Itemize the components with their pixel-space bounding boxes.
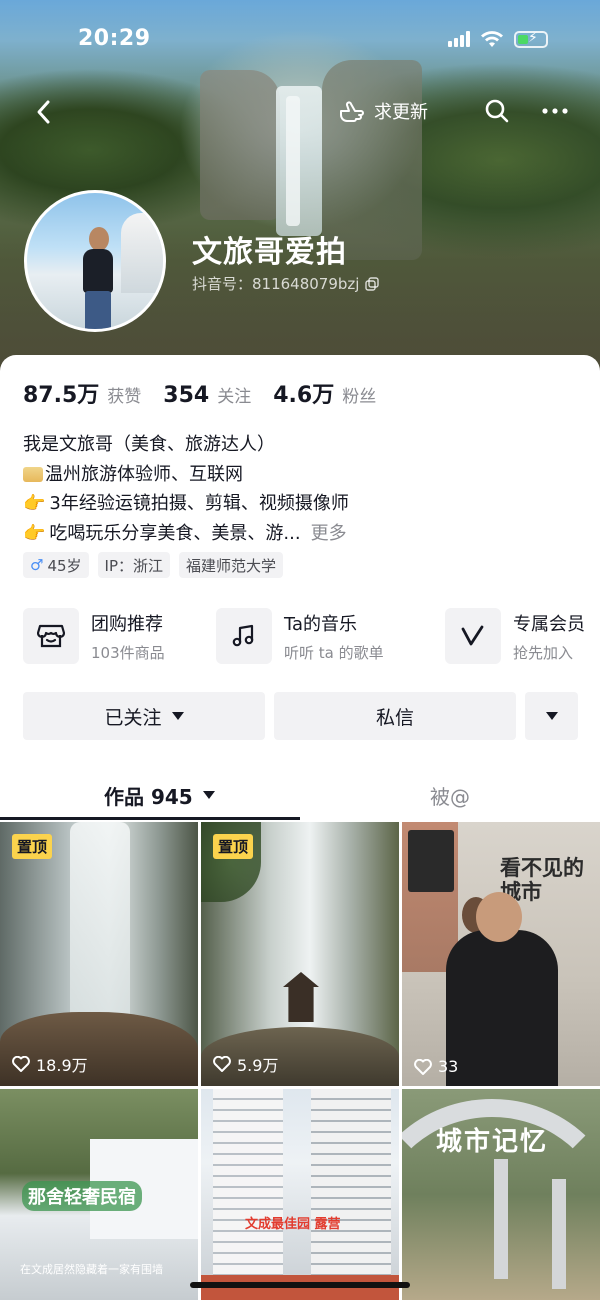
wifi-icon xyxy=(481,31,503,47)
pointing-hand-emoji-icon: 👉 xyxy=(23,522,46,544)
male-icon: ♂ xyxy=(30,556,44,574)
service-title: 团购推荐 xyxy=(91,613,163,635)
stat-value: 4.6万 xyxy=(273,383,335,408)
status-bar: 20:29 ⚡ xyxy=(0,24,600,58)
stat-likes[interactable]: 87.5万 获赞 xyxy=(23,377,141,409)
profile-stats: 87.5万 获赞 354 关注 4.6万 粉丝 xyxy=(23,377,398,409)
profile-card: 87.5万 获赞 354 关注 4.6万 粉丝 我是文旅哥（美食、旅游达人） 温… xyxy=(0,355,600,1300)
video-thumbnail[interactable]: 置顶 18.9万 xyxy=(0,822,198,1086)
bio-line: 👉 吃喝玩乐分享美食、美景、游... 更多 xyxy=(23,519,583,549)
video-overlay-title: 城市记忆 xyxy=(436,1127,549,1157)
request-update-button[interactable]: 求更新 xyxy=(338,98,428,124)
service-membership[interactable]: 专属会员 抢先加入 xyxy=(445,608,585,664)
service-entries: 团购推荐 103件商品 Ta的音乐 听听 ta 的歌单 专属会员 抢先加入 xyxy=(23,608,600,668)
video-likes: 18.9万 xyxy=(12,1052,88,1076)
video-likes: 33 xyxy=(414,1057,458,1076)
content-tabs: 作品 945 被@ xyxy=(0,773,600,821)
video-likes: 5.9万 xyxy=(213,1052,278,1076)
stat-label: 获赞 xyxy=(107,387,142,407)
status-time: 20:29 xyxy=(78,26,151,51)
stat-label: 关注 xyxy=(217,387,252,407)
cellular-signal-icon xyxy=(448,31,470,47)
more-options-icon[interactable] xyxy=(540,98,570,124)
video-overlay-title: 那舍轻奢民宿 xyxy=(22,1181,142,1211)
status-icons: ⚡ xyxy=(448,30,548,48)
profile-actions: 已关注 私信 xyxy=(23,692,578,740)
id-card-emoji-icon xyxy=(23,466,43,482)
tag-school[interactable]: 福建师范大学 xyxy=(179,552,284,578)
video-thumbnail[interactable]: 置顶 5.9万 xyxy=(201,822,399,1086)
top-nav: 求更新 xyxy=(0,96,600,132)
bio-line: 我是文旅哥（美食、旅游达人） xyxy=(23,434,275,455)
video-overlay-title: 文成最佳园 露营 xyxy=(245,1217,341,1232)
service-group-buy[interactable]: 团购推荐 103件商品 xyxy=(23,608,165,664)
tag-age: ♂ 45岁 xyxy=(23,552,89,578)
video-thumbnail[interactable]: 看不见的城市 33 xyxy=(402,822,600,1086)
stat-followers[interactable]: 4.6万 粉丝 xyxy=(273,377,376,409)
avatar[interactable] xyxy=(24,190,166,332)
video-caption: 在文成居然隐藏着一家有围墙 xyxy=(20,1263,163,1276)
stat-value: 87.5万 xyxy=(23,383,100,408)
pointing-hand-emoji-icon: 👉 xyxy=(23,493,46,514)
pointing-hand-icon xyxy=(340,101,364,122)
shop-icon xyxy=(23,608,79,664)
service-subtitle: 听听 ta 的歌单 xyxy=(284,643,384,662)
message-label: 私信 xyxy=(375,706,414,729)
stat-value: 354 xyxy=(163,383,210,408)
heart-outline-icon xyxy=(414,1058,432,1075)
more-actions-button[interactable] xyxy=(525,692,578,740)
pinned-badge: 置顶 xyxy=(12,834,53,859)
person-figure xyxy=(446,930,558,1086)
home-indicator xyxy=(190,1282,410,1288)
request-update-label: 求更新 xyxy=(374,102,428,123)
profile-nickname: 文旅哥爱拍 xyxy=(192,235,347,270)
search-icon[interactable] xyxy=(484,98,510,124)
bio-line: 温州旅游体验师、互联网 xyxy=(23,460,583,490)
message-button[interactable]: 私信 xyxy=(274,692,516,740)
service-title: 专属会员 xyxy=(513,613,585,635)
banner-cliff-left xyxy=(200,70,280,220)
video-thumbnail[interactable]: 文成最佳园 露营 xyxy=(201,1089,399,1300)
service-music[interactable]: Ta的音乐 听听 ta 的歌单 xyxy=(216,608,384,664)
tower-building xyxy=(213,1089,283,1300)
caret-down-icon xyxy=(545,712,558,720)
caret-down-icon xyxy=(202,791,215,799)
pavilion xyxy=(283,972,319,1022)
back-arrow-icon[interactable] xyxy=(34,98,54,126)
heart-outline-icon xyxy=(213,1056,231,1072)
douyin-id-text: 抖音号：811648079bzj xyxy=(192,275,360,293)
v-member-icon xyxy=(445,608,501,664)
tower-building xyxy=(311,1089,391,1300)
service-subtitle: 抢先加入 xyxy=(513,643,574,662)
stat-label: 粉丝 xyxy=(342,387,377,407)
caret-down-icon xyxy=(171,712,184,720)
service-title: Ta的音乐 xyxy=(284,613,358,635)
profile-tags: ♂ 45岁 IP：浙江 福建师范大学 xyxy=(23,552,284,578)
bio-line: 👉 3年经验运镜拍摄、剪辑、视频摄像师 xyxy=(23,489,583,519)
video-thumbnail[interactable]: 那舍轻奢民宿 在文成居然隐藏着一家有围墙 xyxy=(0,1089,198,1300)
video-thumbnail[interactable]: 城市记忆 xyxy=(402,1089,600,1300)
following-label: 已关注 xyxy=(104,706,162,729)
battery-icon: ⚡ xyxy=(514,30,548,48)
active-tab-indicator xyxy=(0,817,300,820)
copy-icon[interactable] xyxy=(365,276,380,291)
video-grid: 置顶 18.9万 置顶 5.9万 看不见的城市 33 那舍轻奢民宿 在文成居然隐… xyxy=(0,822,600,1300)
stat-following[interactable]: 354 关注 xyxy=(163,382,251,408)
service-subtitle: 103件商品 xyxy=(91,643,165,662)
music-note-icon xyxy=(216,608,272,664)
tab-mentioned[interactable]: 被@ xyxy=(430,773,470,817)
douyin-id[interactable]: 抖音号：811648079bzj xyxy=(192,273,380,294)
pinned-badge: 置顶 xyxy=(213,834,254,859)
profile-bio: 我是文旅哥（美食、旅游达人） 温州旅游体验师、互联网 👉 3年经验运镜拍摄、剪辑、… xyxy=(23,430,583,548)
bio-more-link[interactable]: 更多 xyxy=(311,523,347,544)
following-button[interactable]: 已关注 xyxy=(23,692,265,740)
tag-ip: IP：浙江 xyxy=(97,552,171,578)
heart-outline-icon xyxy=(12,1056,30,1072)
tab-works[interactable]: 作品 945 xyxy=(104,773,215,817)
